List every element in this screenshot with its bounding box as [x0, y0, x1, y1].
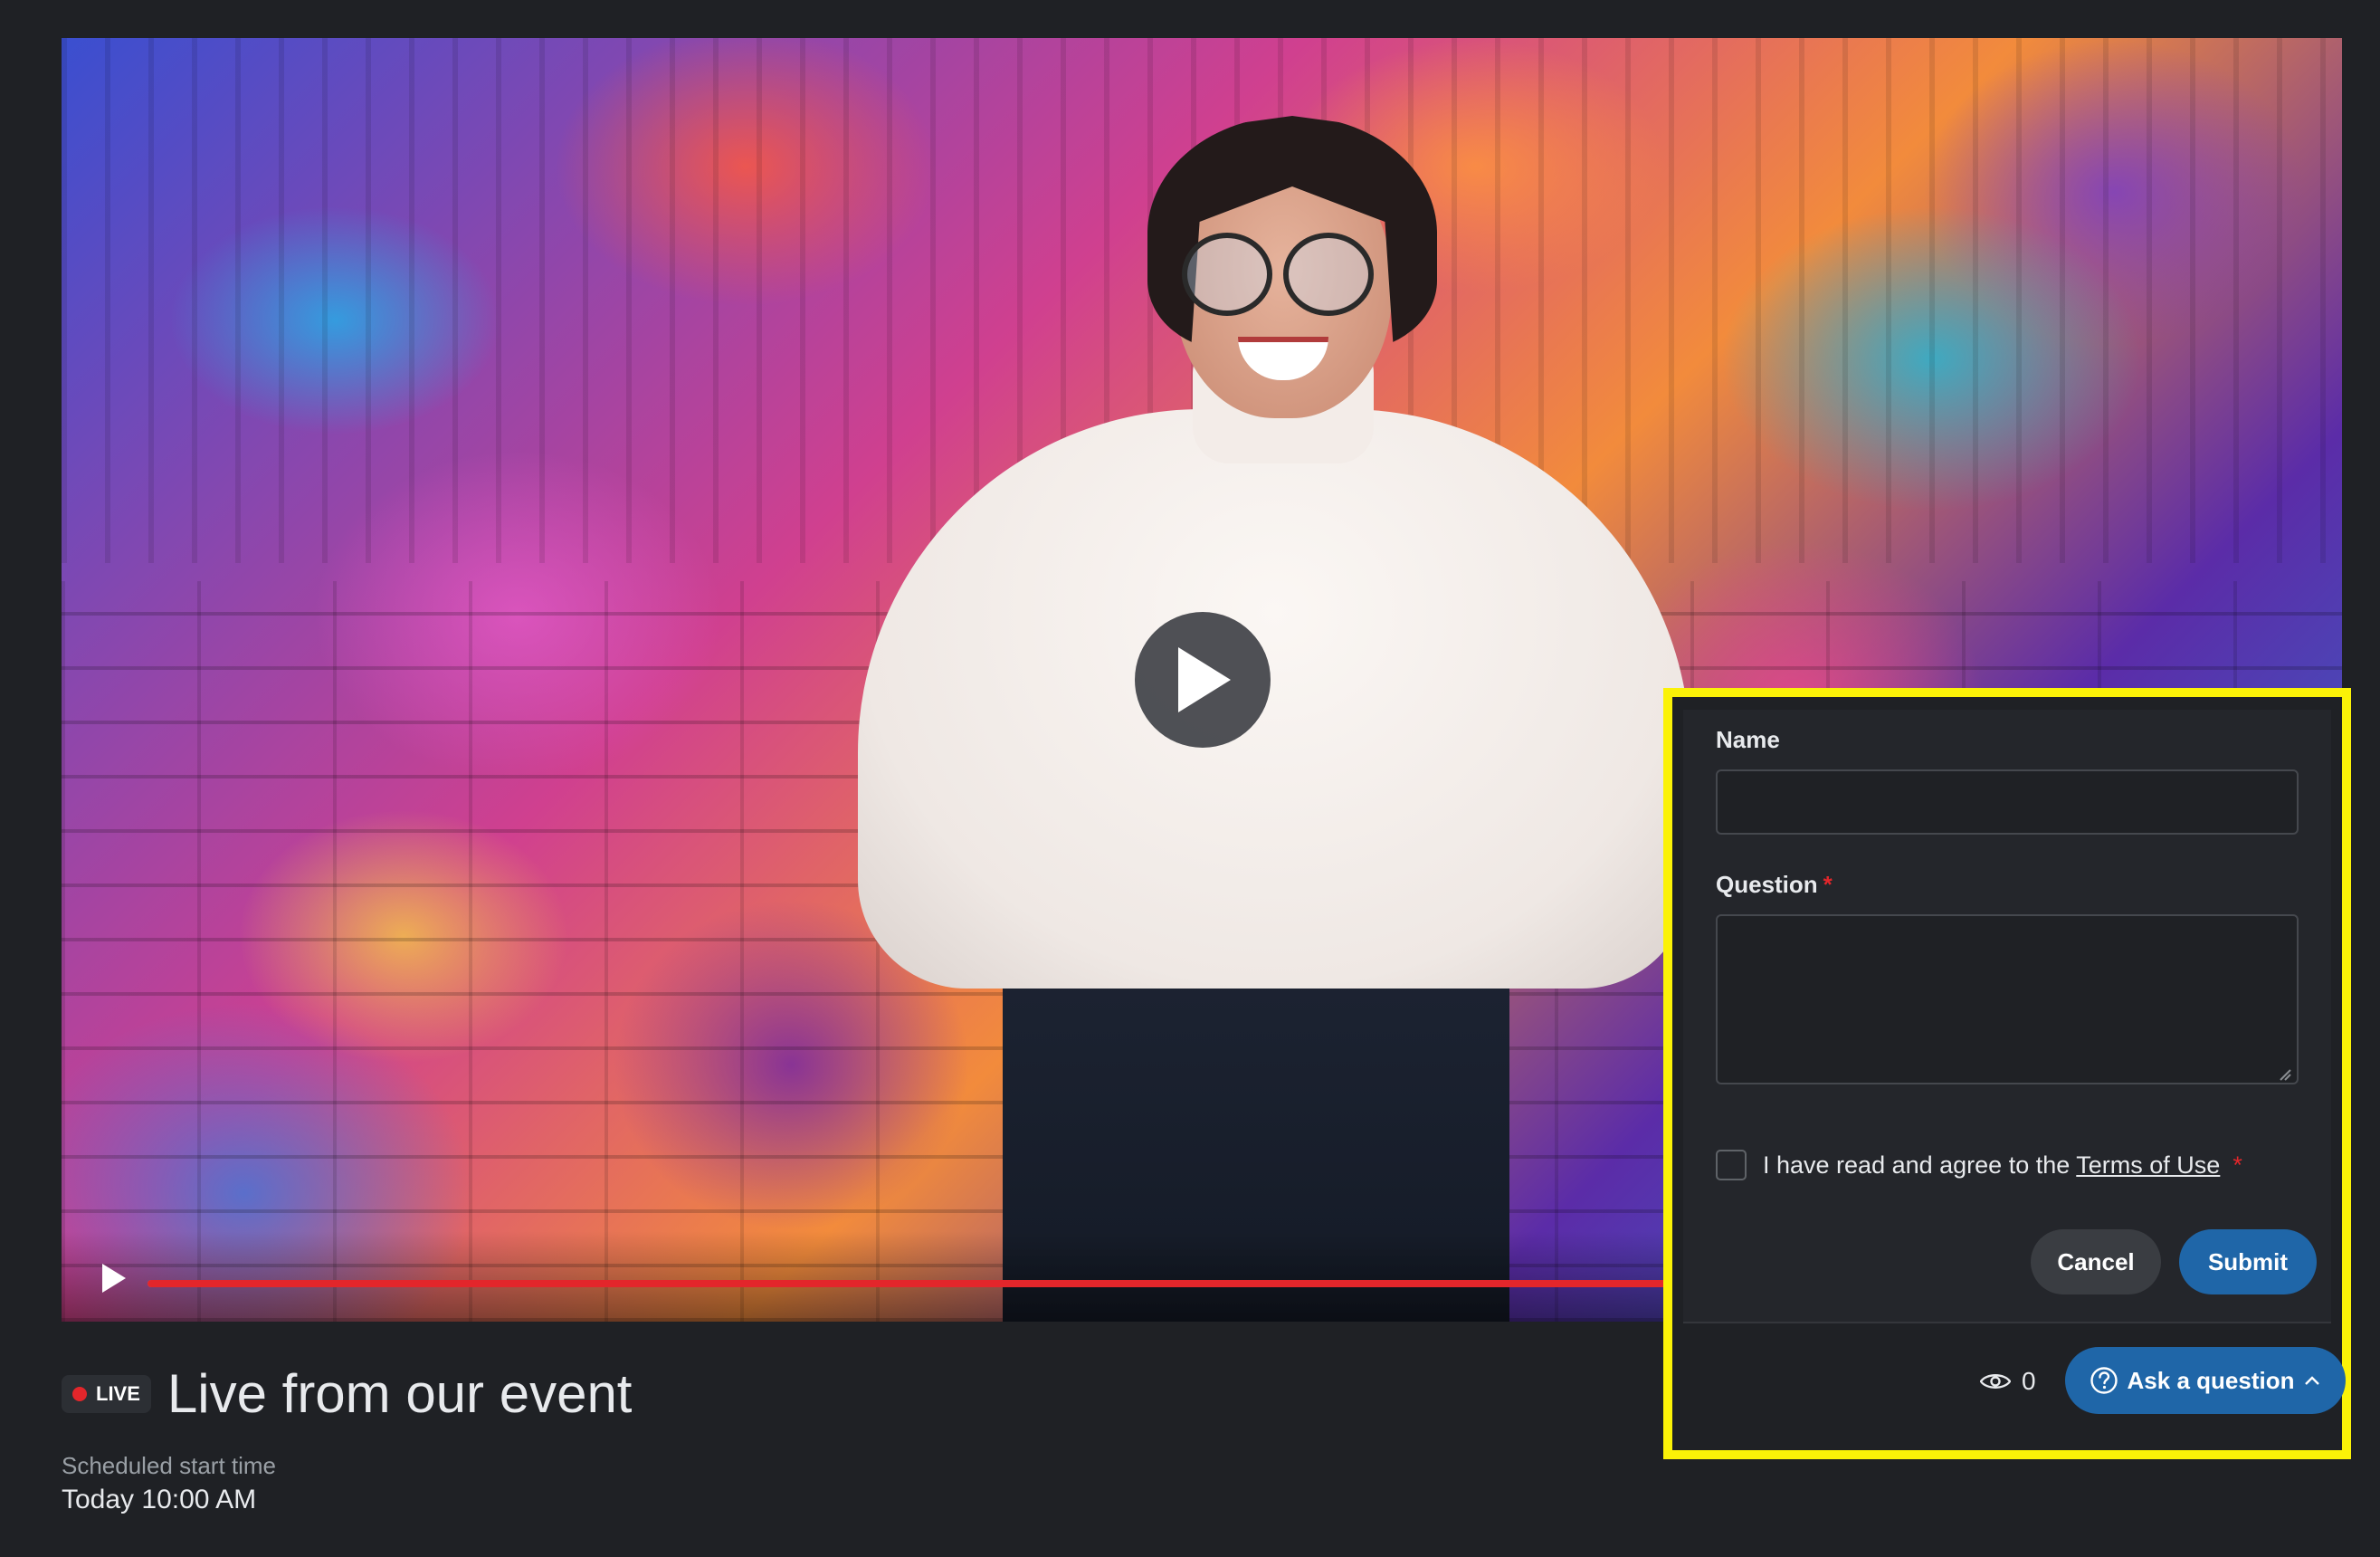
name-label: Name	[1716, 726, 1780, 754]
play-button[interactable]	[96, 1260, 132, 1296]
live-badge: LIVE	[62, 1374, 151, 1413]
event-title: Live from our event	[167, 1363, 633, 1424]
ask-question-button[interactable]: Ask a question	[2065, 1347, 2346, 1414]
submit-button-label: Submit	[2207, 1247, 2289, 1275]
terms-of-use-link[interactable]: Terms of Use	[2076, 1151, 2220, 1179]
question-circle-icon	[2090, 1367, 2118, 1394]
big-play-button[interactable]	[1135, 612, 1271, 748]
play-icon	[102, 1264, 126, 1293]
question-textarea[interactable]	[1716, 914, 2299, 1084]
glasses-right	[1283, 233, 1374, 316]
live-dot-icon	[72, 1386, 87, 1401]
required-marker: *	[1823, 871, 1833, 898]
glasses-left	[1182, 233, 1272, 316]
eye-icon	[1980, 1374, 2011, 1389]
event-header: LIVE Live from our event	[62, 1362, 632, 1425]
schedule-label: Scheduled start time	[62, 1452, 277, 1479]
ask-question-label: Ask a question	[2127, 1366, 2295, 1394]
cancel-button[interactable]: Cancel	[2031, 1229, 2161, 1294]
page: LIVE Live from our event Scheduled start…	[0, 0, 2380, 1557]
chevron-up-icon	[2305, 1376, 2320, 1385]
cancel-button-label: Cancel	[2057, 1247, 2135, 1275]
name-label-text: Name	[1716, 726, 1780, 753]
terms-agreement: I have read and agree to the Terms of Us…	[1763, 1151, 2242, 1180]
viewer-count-value: 0	[2022, 1367, 2036, 1395]
name-input[interactable]	[1716, 769, 2299, 835]
viewer-count: 0	[1980, 1367, 2036, 1396]
question-label-text: Question	[1716, 871, 1818, 898]
question-form: Name Question * I have read and agree to …	[1683, 710, 2331, 1323]
play-icon	[1178, 647, 1231, 712]
required-marker: *	[2232, 1151, 2242, 1179]
resize-handle-icon[interactable]	[2279, 1068, 2291, 1081]
submit-button[interactable]: Submit	[2179, 1229, 2317, 1294]
terms-agreement-text: I have read and agree to the	[1763, 1151, 2077, 1179]
ask-question-panel: Name Question * I have read and agree to …	[1663, 688, 2351, 1459]
live-badge-label: LIVE	[96, 1381, 140, 1405]
schedule-value: Today 10:00 AM	[62, 1485, 257, 1514]
person-sweater	[858, 409, 1690, 989]
terms-checkbox[interactable]	[1716, 1150, 1747, 1180]
question-label: Question *	[1716, 871, 1833, 899]
